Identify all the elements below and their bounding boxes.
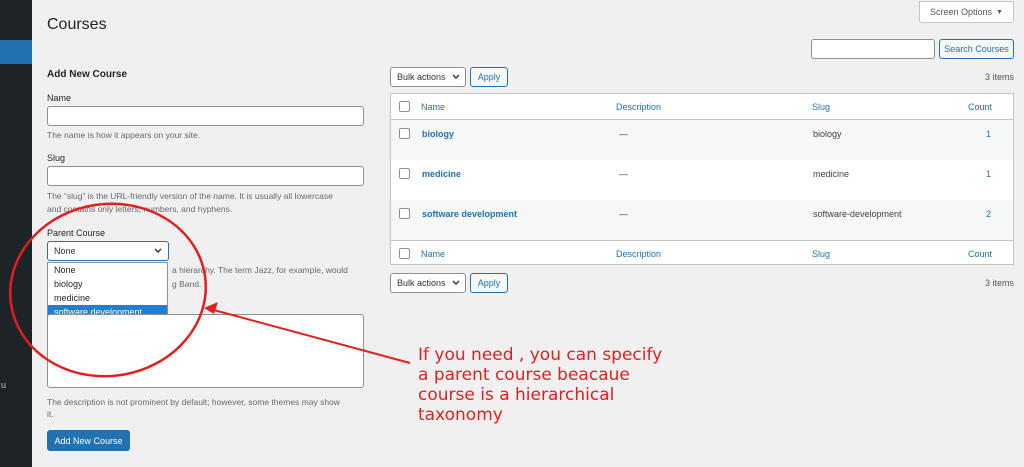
annotation-arrow-line bbox=[209, 308, 411, 364]
annotation-circle bbox=[8, 202, 208, 378]
annotation-line: taxonomy bbox=[418, 405, 503, 425]
annotation-line: If you need , you can specify bbox=[418, 345, 663, 365]
annotation-line: a parent course beacaue bbox=[418, 365, 630, 385]
annotation-line: course is a hierarchical bbox=[418, 385, 615, 405]
annotation-arrowhead bbox=[204, 302, 218, 314]
annotation-text: If you need , you can specify a parent c… bbox=[418, 345, 718, 425]
